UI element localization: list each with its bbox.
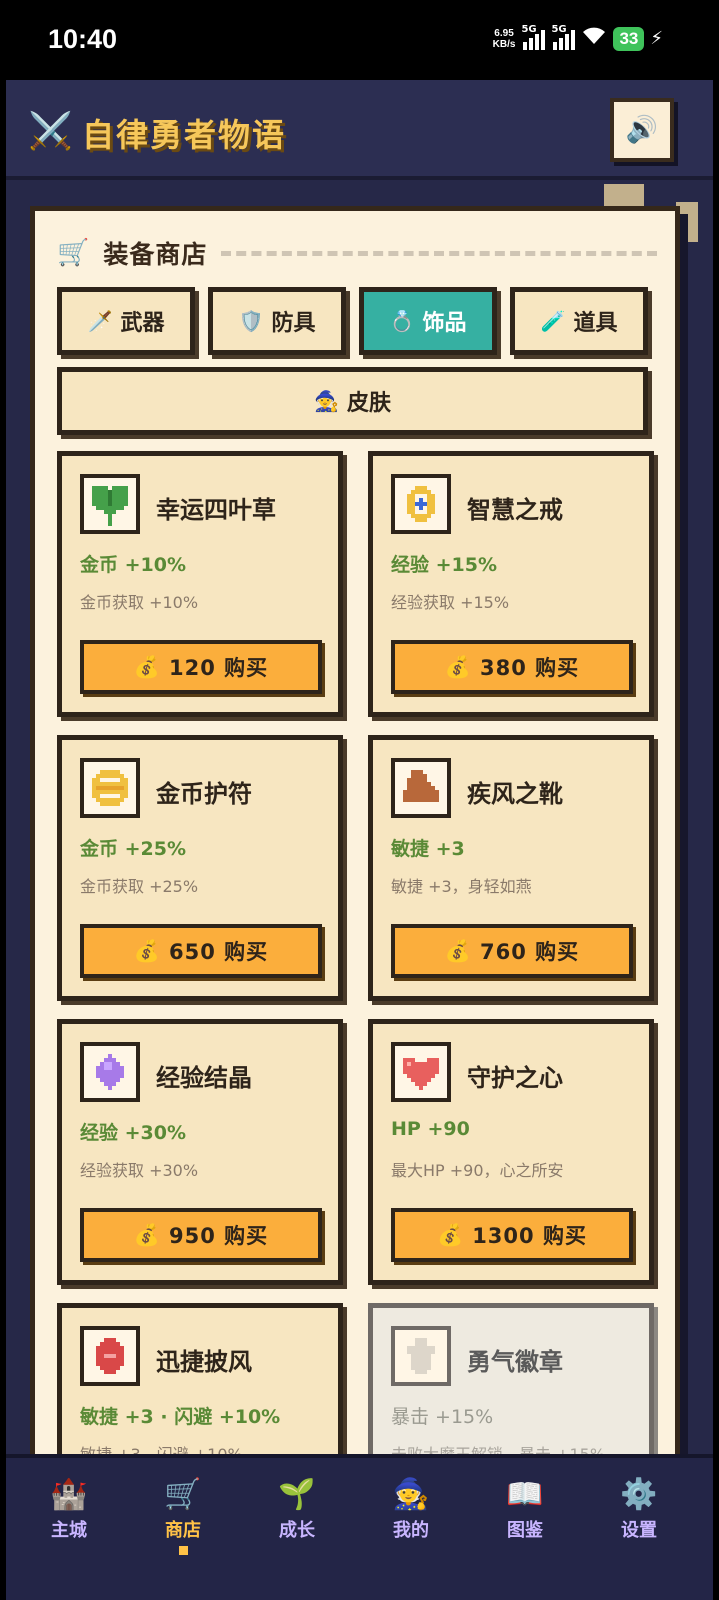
book-icon: 📖 — [506, 1477, 544, 1512]
potion-icon: 🧪 — [540, 309, 566, 333]
clover-icon — [80, 474, 140, 534]
castle-icon: 🏰 — [50, 1477, 88, 1512]
ring-icon: 💍 — [389, 309, 415, 333]
tab-armor[interactable]: 🛡️ 防具 — [208, 287, 346, 355]
buy-button[interactable]: 💰 120 购买 — [80, 640, 322, 694]
nav-shop[interactable]: 🛒 商店 — [128, 1476, 238, 1555]
nav-growth[interactable]: 🌱 成长 — [242, 1476, 352, 1542]
battery-icon: 33 — [613, 26, 645, 51]
buy-button[interactable]: 💰 950 购买 — [80, 1208, 322, 1262]
tab-weapons[interactable]: 🗡️ 武器 — [57, 287, 195, 355]
cloak-icon — [80, 1326, 140, 1386]
charging-icon: ⚡ — [650, 28, 663, 49]
app-header: ⚔️ 自律勇者物语 🔊 — [6, 80, 713, 180]
cart-icon: 🛒 — [164, 1477, 202, 1512]
nav-home[interactable]: 🏰 主城 — [14, 1476, 124, 1542]
buy-button[interactable]: 💰 380 购买 — [391, 640, 633, 694]
signal-icon: 5G — [551, 24, 576, 50]
money-bag-icon: 💰 — [437, 1222, 465, 1247]
signal-icon: 5G — [521, 24, 546, 50]
crossed-swords-icon: ⚔️ — [28, 111, 73, 152]
crystal-icon — [80, 1042, 140, 1102]
net-speed: 6.95 KB/s — [492, 27, 516, 50]
shield-icon: 🛡️ — [238, 309, 264, 333]
cart-icon: 🛒 — [57, 238, 90, 268]
tab-accessories[interactable]: 💍 饰品 — [359, 287, 497, 355]
shop-title: 装备商店 — [103, 240, 208, 269]
item-card: 幸运四叶草 金币 +10% 金币获取 +10% 💰 120 购买 — [57, 451, 343, 717]
active-indicator — [178, 1546, 188, 1555]
item-card: 守护之心 HP +90 最大HP +90，心之所安 💰 1300 购买 — [368, 1019, 654, 1285]
money-bag-icon: 💰 — [444, 938, 472, 963]
sprout-icon: 🌱 — [278, 1477, 316, 1512]
nav-profile[interactable]: 🧙 我的 — [356, 1476, 466, 1542]
divider — [221, 250, 657, 256]
tab-skins[interactable]: 🧙 皮肤 — [57, 367, 648, 435]
nav-settings[interactable]: ⚙️ 设置 — [584, 1476, 694, 1542]
money-bag-icon: 💰 — [133, 938, 161, 963]
shop-panel: 🛒 装备商店 🗡️ 武器 🛡️ 防具 💍 饰品 🧪 道具 🧙 皮肤 幸运四叶草 … — [30, 206, 680, 1506]
decoration — [604, 184, 644, 208]
status-bar: 10:40 6.95 KB/s 5G 5G 33 ⚡ — [0, 0, 719, 80]
amulet-icon — [80, 758, 140, 818]
money-bag-icon: 💰 — [444, 654, 472, 679]
app-window: ⚔️ 自律勇者物语 🔊 🛒 装备商店 🗡️ 武器 🛡️ 防具 💍 饰品 🧪 道具… — [6, 80, 713, 1600]
buy-button[interactable]: 💰 650 购买 — [80, 924, 322, 978]
ring-icon — [391, 474, 451, 534]
buy-button[interactable]: 💰 1300 购买 — [391, 1208, 633, 1262]
bottom-nav: 🏰 主城 🛒 商店 🌱 成长 🧙 我的 📖 图鉴 ⚙️ 设置 — [6, 1454, 713, 1600]
nav-codex[interactable]: 📖 图鉴 — [470, 1476, 580, 1542]
dagger-icon: 🗡️ — [87, 309, 113, 333]
item-card: 智慧之戒 经验 +15% 经验获取 +15% 💰 380 购买 — [368, 451, 654, 717]
speaker-icon: 🔊 — [625, 115, 659, 145]
app-title: 自律勇者物语 — [82, 116, 287, 154]
status-icons: 6.95 KB/s 5G 5G 33 ⚡ — [492, 24, 663, 51]
badge-icon — [391, 1326, 451, 1386]
item-card: 疾风之靴 敏捷 +3 敏捷 +3，身轻如燕 💰 760 购买 — [368, 735, 654, 1001]
tab-items[interactable]: 🧪 道具 — [510, 287, 648, 355]
gear-icon: ⚙️ — [620, 1477, 658, 1512]
heart-icon — [391, 1042, 451, 1102]
wifi-icon — [581, 26, 607, 51]
money-bag-icon: 💰 — [133, 654, 161, 679]
money-bag-icon: 💰 — [133, 1222, 161, 1247]
wizard-icon: 🧙 — [392, 1477, 430, 1512]
sound-toggle-button[interactable]: 🔊 — [610, 98, 674, 162]
wizard-icon: 🧙 — [314, 389, 339, 413]
boots-icon — [391, 758, 451, 818]
item-card: 经验结晶 经验 +30% 经验获取 +30% 💰 950 购买 — [57, 1019, 343, 1285]
item-card: 金币护符 金币 +25% 金币获取 +25% 💰 650 购买 — [57, 735, 343, 1001]
buy-button[interactable]: 💰 760 购买 — [391, 924, 633, 978]
shop-header: 🛒 装备商店 — [57, 233, 657, 273]
clock: 10:40 — [48, 24, 118, 54]
